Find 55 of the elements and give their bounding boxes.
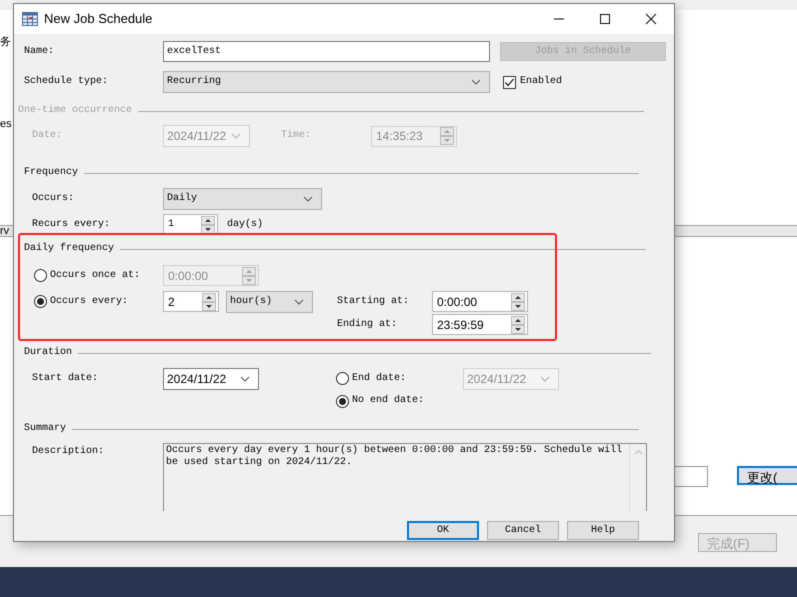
field-label: Description: xyxy=(32,446,106,459)
radio-label: End date: xyxy=(352,372,406,384)
field-label: Occurs: xyxy=(32,193,76,205)
background-text: rv xyxy=(0,225,10,237)
dialog-button[interactable]: Cancel xyxy=(487,521,559,540)
spin-arrows-icon[interactable] xyxy=(201,216,215,234)
radio-button[interactable] xyxy=(336,394,349,408)
spin-arrows-icon[interactable] xyxy=(511,292,525,310)
background-button[interactable]: 更改( xyxy=(737,466,797,485)
chevron-down-icon xyxy=(240,376,250,382)
checkbox-label: Enabled xyxy=(520,76,562,88)
checkbox[interactable] xyxy=(503,76,516,88)
radio-label: No end date: xyxy=(352,395,424,407)
radio-button[interactable] xyxy=(336,372,349,385)
table-grid-icon xyxy=(22,12,38,26)
dialog-button[interactable]: OK xyxy=(407,521,479,540)
interval-spinner[interactable]: 2 xyxy=(163,291,219,312)
window-title: New Job Schedule xyxy=(44,13,152,25)
field-label: Recurs every: xyxy=(32,218,112,230)
schedule-type-dropdown[interactable]: Recurring xyxy=(163,71,490,93)
field-label: Name: xyxy=(24,46,56,58)
end-time-spinner[interactable]: 23:59:59 xyxy=(432,314,528,335)
dialog-button[interactable]: Help xyxy=(567,521,639,540)
chevron-down-icon xyxy=(231,133,241,139)
field-label: Start date: xyxy=(32,373,100,385)
field-label: Schedule type: xyxy=(24,76,110,88)
background-text: 务 xyxy=(0,36,11,48)
field-label: day(s) xyxy=(227,218,264,230)
background-text: es xyxy=(0,118,12,130)
field-label: Starting at: xyxy=(337,296,410,308)
name-field[interactable]: excelTest xyxy=(163,41,490,62)
radio-label: Occurs every: xyxy=(50,296,128,308)
occurs-dropdown[interactable]: Daily xyxy=(163,188,322,210)
radio-label: Occurs once at: xyxy=(50,270,140,282)
radio-button[interactable] xyxy=(34,269,47,282)
section-title: One-time occurrence xyxy=(18,105,132,117)
section-title: Duration xyxy=(24,347,72,359)
recurs-spinner[interactable]: 1 xyxy=(163,214,218,235)
field-label: Ending at: xyxy=(337,318,398,330)
section-title: Daily frequency xyxy=(24,243,114,255)
section-title: Frequency xyxy=(24,167,78,179)
spin-arrows-icon[interactable] xyxy=(511,316,525,334)
start-date-picker[interactable]: 2024/11/22 xyxy=(163,368,259,390)
spin-arrows-icon[interactable] xyxy=(202,292,216,310)
field-label: Time: xyxy=(281,130,312,142)
interval-unit-dropdown[interactable]: hour(s) xyxy=(226,290,313,312)
radio-button[interactable] xyxy=(34,295,47,308)
field-label: Date: xyxy=(32,130,64,142)
description-box: Occurs every day every 1 hour(s) between 0:00:00 and 23:59:59. Schedule will be used starting on 2024/11/22. xyxy=(163,443,647,511)
start-time-spinner[interactable]: 0:00:00 xyxy=(432,291,528,312)
chevron-down-icon xyxy=(471,79,481,85)
chevron-down-icon xyxy=(303,196,313,202)
section-title: Summary xyxy=(24,423,66,435)
chevron-down-icon xyxy=(540,376,550,382)
chevron-down-icon xyxy=(294,298,304,304)
